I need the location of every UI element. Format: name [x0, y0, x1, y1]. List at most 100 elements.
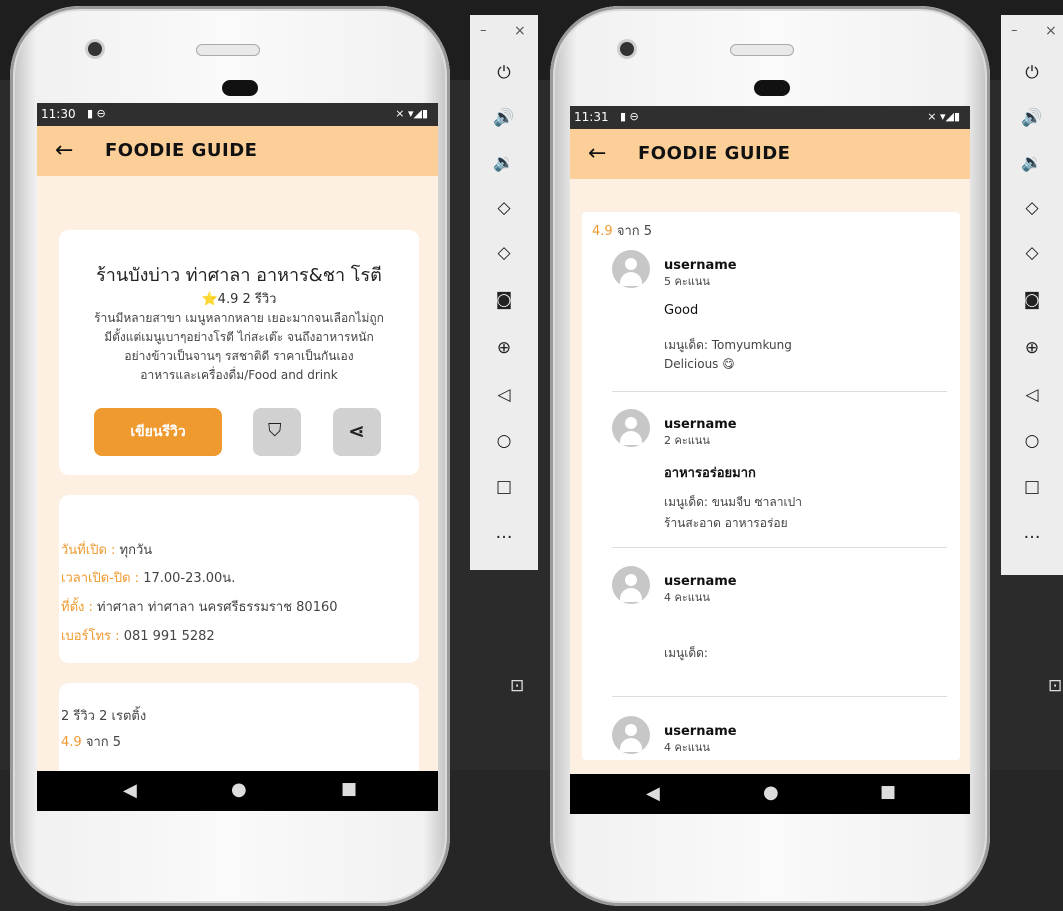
nav-home-icon[interactable]: ● — [763, 782, 779, 803]
left-screen: 11:30 ▮ ⊖ ⨯ ▾◢▮ ← FOODIE GUIDE ร้านบังบ่… — [37, 103, 438, 811]
minimize-button[interactable]: – — [1011, 23, 1018, 38]
review-divider — [612, 391, 947, 392]
review-points: 5 คะแนน — [664, 275, 710, 288]
review-item: username 5 คะแนน Good เมนูเด็ด: Tomyumku… — [582, 246, 960, 392]
rating-of: จาก 5 — [85, 735, 122, 750]
more-icon[interactable]: … — [470, 523, 538, 543]
rotate-right-icon[interactable]: ◇ — [1001, 243, 1063, 263]
system-nav-bar: ◀ ● ■ — [37, 771, 438, 811]
avatar — [612, 250, 650, 288]
avatar — [612, 716, 650, 754]
rating-summary: 4.9 จาก 5 — [592, 220, 652, 241]
open-days-value: ทุกวัน — [119, 543, 153, 558]
restaurant-card: ร้านบังบ่าว ท่าศาลา อาหาร&ชา โรตี ⭐4.9 2… — [59, 230, 419, 475]
review-item: username 4 คะแนน — [582, 712, 960, 760]
nav-recent-icon[interactable]: ■ — [341, 779, 357, 799]
review-username: username — [664, 417, 737, 432]
nav-back-icon[interactable]: ◀ — [123, 780, 137, 801]
speaker-grille — [196, 44, 260, 56]
review-username: username — [664, 724, 737, 739]
review-item: username 4 คะแนน เมนูเด็ด: — [582, 562, 960, 702]
back-icon[interactable]: ◁ — [1001, 385, 1063, 405]
rating-score: 4.9 — [61, 735, 82, 750]
power-icon[interactable]: ⏻ — [1001, 63, 1063, 83]
zoom-icon[interactable]: ⊕ — [470, 338, 538, 358]
review-comment: ร้านสะอาด อาหารอร่อย — [664, 516, 788, 530]
review-menu: เมนูเด็ด: Tomyumkung — [664, 338, 792, 352]
camera-icon[interactable]: ◙ — [1001, 290, 1063, 310]
nav-home-icon[interactable]: ● — [231, 779, 247, 800]
home-icon[interactable]: ○ — [470, 431, 538, 451]
nav-back-icon[interactable]: ◀ — [646, 783, 660, 804]
review-menu: เมนูเด็ด: — [664, 646, 708, 660]
review-divider — [612, 547, 947, 548]
status-left-icons: ▮ ⊖ — [87, 107, 106, 120]
rating-score: 4.9 — [592, 224, 613, 239]
camera-icon[interactable]: ◙ — [470, 290, 538, 310]
phone-label: เบอร์โทร : — [61, 629, 120, 644]
volume-down-icon[interactable]: 🔉 — [1001, 153, 1063, 173]
bookmark-button[interactable]: ⛉ — [253, 408, 301, 456]
system-nav-bar: ◀ ● ■ — [570, 774, 970, 814]
review-title: อาหารอร่อยมาก — [664, 466, 756, 481]
review-points: 4 คะแนน — [664, 591, 710, 604]
overview-icon[interactable]: □ — [1001, 477, 1063, 497]
right-screen: 11:31 ▮ ⊖ ⨯ ▾◢▮ ← FOODIE GUIDE 4.9 จาก 5… — [570, 106, 970, 814]
avatar — [612, 566, 650, 604]
speaker-grille — [730, 44, 794, 56]
share-icon: ⋖ — [348, 419, 365, 443]
share-button[interactable]: ⋖ — [333, 408, 381, 456]
close-button[interactable]: × — [1045, 23, 1057, 39]
hours-label: เวลาเปิด-ปิด : — [61, 571, 140, 586]
app-bar: ← FOODIE GUIDE — [37, 126, 438, 176]
front-camera — [88, 42, 102, 56]
overview-icon[interactable]: □ — [470, 477, 538, 497]
home-icon[interactable]: ○ — [1001, 431, 1063, 451]
volume-up-icon[interactable]: 🔊 — [470, 108, 538, 128]
minimize-button[interactable]: – — [480, 23, 487, 38]
back-arrow-icon[interactable]: ← — [55, 138, 73, 163]
review-menu: เมนูเด็ด: ขนมจีบ ซาลาเปา — [664, 495, 802, 509]
review-comment: Delicious 😋 — [664, 357, 735, 371]
review-title: Good — [664, 303, 699, 318]
earpiece — [222, 80, 258, 96]
more-icon[interactable]: … — [1001, 523, 1063, 543]
write-review-button[interactable]: เขียนรีวิว — [94, 408, 222, 456]
review-counts: 2 รีวิว 2 เรตติ้ง — [61, 709, 147, 724]
rotate-left-icon[interactable]: ◇ — [470, 198, 538, 218]
review-points: 4 คะแนน — [664, 741, 710, 754]
open-days-label: วันที่เปิด : — [61, 543, 116, 558]
back-arrow-icon[interactable]: ← — [588, 141, 606, 166]
restaurant-rating: ⭐4.9 2 รีวิว — [201, 292, 277, 307]
description-line: ร้านมีหลายสาขา เมนูหลากหลาย เยอะมากจนเลื… — [94, 311, 384, 325]
rotate-left-icon[interactable]: ◇ — [1001, 198, 1063, 218]
restaurant-description: ร้านมีหลายสาขา เมนูหลากหลาย เยอะมากจนเลื… — [59, 309, 419, 385]
emulator-side-panel-left: – × ⏻ 🔊 🔉 ◇ ◇ ◙ ⊕ ◁ ○ □ … — [470, 15, 538, 570]
volume-down-icon[interactable]: 🔉 — [470, 153, 538, 173]
address-label: ที่ตั้ง : — [61, 600, 93, 615]
zoom-icon[interactable]: ⊕ — [1001, 338, 1063, 358]
rotate-right-icon[interactable]: ◇ — [470, 243, 538, 263]
description-line: อย่างข้าวเป็นจานๆ รสชาติดี ราคาเป็นกันเอ… — [124, 349, 354, 363]
power-icon[interactable]: ⏻ — [470, 63, 538, 83]
expand-panel-icon[interactable]: ⊡ — [510, 676, 524, 696]
open-days-row: วันที่เปิด : ทุกวัน — [61, 539, 152, 560]
left-phone-frame: 11:30 ▮ ⊖ ⨯ ▾◢▮ ← FOODIE GUIDE ร้านบังบ่… — [10, 6, 450, 906]
expand-panel-icon[interactable]: ⊡ — [1048, 676, 1062, 696]
phone-row: เบอร์โทร : 081 991 5282 — [61, 625, 215, 646]
address-value: ท่าศาลา ท่าศาลา นครศรีธรรมราช 80160 — [97, 600, 338, 615]
status-time: 11:31 — [574, 110, 609, 124]
right-phone-frame: 11:31 ▮ ⊖ ⨯ ▾◢▮ ← FOODIE GUIDE 4.9 จาก 5… — [550, 6, 990, 906]
nav-recent-icon[interactable]: ■ — [880, 782, 896, 802]
volume-up-icon[interactable]: 🔊 — [1001, 108, 1063, 128]
close-button[interactable]: × — [514, 23, 526, 39]
hours-row: เวลาเปิด-ปิด : 17.00-23.00น. — [61, 567, 235, 588]
earpiece — [754, 80, 790, 96]
status-time: 11:30 — [41, 107, 76, 121]
back-icon[interactable]: ◁ — [470, 385, 538, 405]
description-line: มีตั้งแต่เมนูเบาๆอย่างโรตี ไก่สะเต๊ะ จนถ… — [104, 330, 374, 344]
status-right-icons: ⨯ ▾◢▮ — [927, 110, 960, 123]
avatar — [612, 409, 650, 447]
phone-value[interactable]: 081 991 5282 — [124, 629, 215, 644]
reviews-list-card: 4.9 จาก 5 username 5 คะแนน Good เมนูเด็ด… — [582, 212, 960, 760]
